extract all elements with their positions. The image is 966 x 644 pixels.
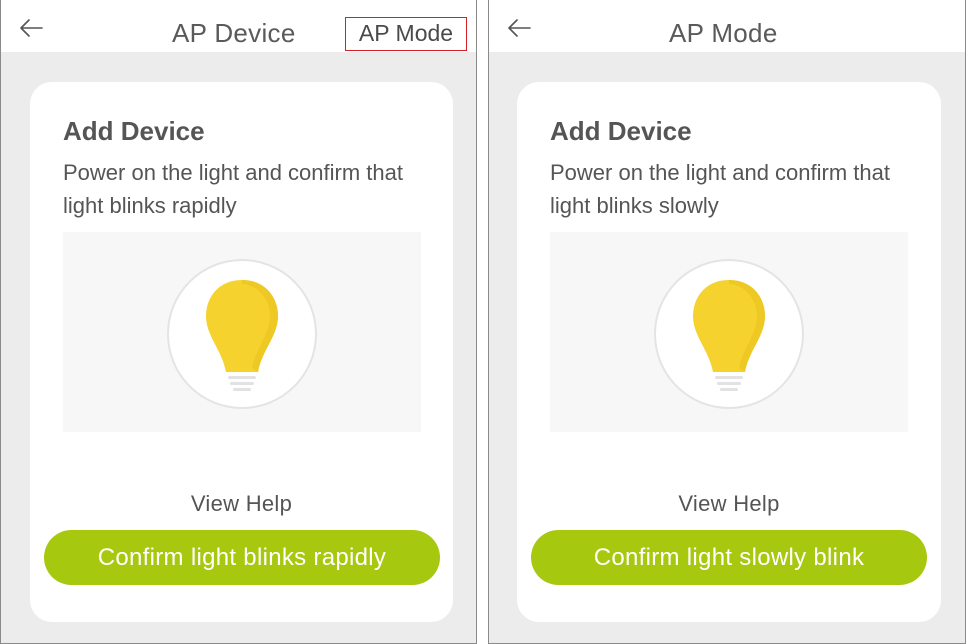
page-title: AP Mode xyxy=(669,18,778,48)
add-device-card: Add Device Power on the light and confir… xyxy=(30,82,453,622)
nav-header: AP Mode xyxy=(489,0,965,52)
back-button[interactable] xyxy=(507,14,539,42)
add-device-card: Add Device Power on the light and confir… xyxy=(517,82,941,622)
light-bulb-icon xyxy=(167,259,317,409)
card-title: Add Device xyxy=(63,116,205,146)
phone-screen-ap-mode: AP Mode Add Device Power on the light an… xyxy=(488,0,966,644)
ap-mode-link[interactable]: AP Mode xyxy=(345,17,467,51)
back-arrow-icon xyxy=(20,19,43,37)
back-button[interactable] xyxy=(19,14,51,42)
card-title: Add Device xyxy=(550,116,692,146)
light-bulb-icon xyxy=(654,259,804,409)
back-arrow-icon xyxy=(508,19,531,37)
view-help-link[interactable]: View Help xyxy=(30,491,453,517)
nav-header: AP Device AP Mode xyxy=(1,0,476,52)
page-title: AP Device xyxy=(172,18,296,48)
card-description: Power on the light and confirm that ligh… xyxy=(63,160,403,218)
phone-screen-ap-device: AP Device AP Mode Add Device Power on th… xyxy=(0,0,477,644)
confirm-blink-button[interactable]: Confirm light slowly blink xyxy=(531,530,927,585)
confirm-blink-button[interactable]: Confirm light blinks rapidly xyxy=(44,530,440,585)
bulb-illustration xyxy=(550,232,908,432)
bulb-illustration xyxy=(63,232,421,432)
view-help-link[interactable]: View Help xyxy=(517,491,941,517)
card-description: Power on the light and confirm that ligh… xyxy=(550,160,890,218)
